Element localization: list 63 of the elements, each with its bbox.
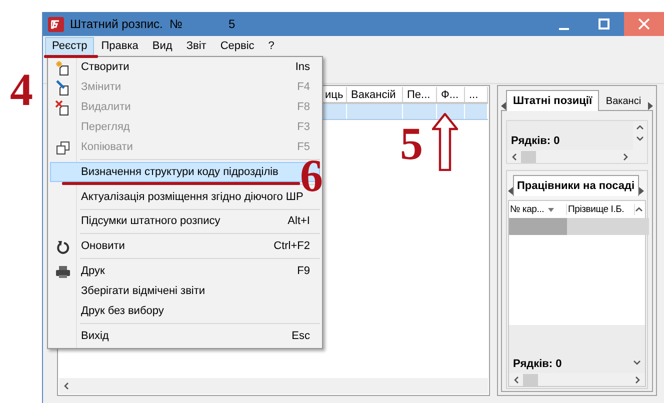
- tab-scroll-right-icon[interactable]: [638, 187, 644, 195]
- menu-item[interactable]: Вихід Esc: [50, 326, 320, 346]
- scroll-left-icon[interactable]: [63, 382, 71, 390]
- shortcut-label: F9: [297, 265, 310, 278]
- sort-arrow-icon: [548, 208, 554, 212]
- scrollbar-thumb[interactable]: [521, 150, 536, 162]
- scroll-down-icon[interactable]: [636, 134, 644, 142]
- menu-item[interactable]: Правка: [94, 36, 146, 56]
- scroll-left-icon[interactable]: [513, 376, 521, 384]
- column-header[interactable]: Прізвище І.Б.: [567, 204, 635, 215]
- column-header[interactable]: № кар...: [509, 204, 567, 215]
- close-icon: [638, 18, 650, 30]
- window-number: 5: [228, 17, 236, 31]
- menu-item[interactable]: Сервіс: [213, 36, 262, 56]
- shortcut-label: Alt+I: [288, 215, 310, 228]
- menu-item[interactable]: Оновити Ctrl+F2: [50, 236, 320, 256]
- menu-item[interactable]: Зберігати відмічені звіти: [50, 281, 320, 302]
- menu-item[interactable]: Друк F9: [50, 261, 320, 282]
- underline-mark: [44, 55, 98, 58]
- scroll-left-icon[interactable]: [511, 152, 519, 160]
- vertical-scrollbar[interactable]: [633, 121, 647, 163]
- menu-item[interactable]: Вид: [145, 36, 180, 56]
- shortcut-label: F3: [297, 120, 310, 133]
- copy-icon: [55, 140, 71, 156]
- shortcut-label: Ins: [295, 60, 310, 73]
- step-number: 4: [10, 70, 33, 110]
- row-count: Рядків: 0: [510, 134, 561, 149]
- shortcut-label: F5: [297, 140, 310, 153]
- scroll-up-icon[interactable]: [636, 124, 644, 132]
- tab-scroll-right-icon[interactable]: [648, 102, 653, 110]
- tab[interactable]: Штатні позиції: [506, 90, 599, 111]
- tab[interactable]: Вакансі: [598, 92, 648, 110]
- refresh-icon: [55, 239, 71, 256]
- shortcut-label: F4: [297, 80, 310, 93]
- row-count: Рядків: 0: [512, 357, 563, 372]
- edit-document-icon: [55, 80, 71, 96]
- tab-scroll-left-icon[interactable]: [508, 187, 513, 195]
- menu-item[interactable]: Підсумки штатного розпису Alt+I: [50, 212, 320, 232]
- window-title: Штатний розпис. №: [70, 17, 182, 31]
- delete-document-icon: [55, 100, 71, 116]
- step-number: 5: [400, 124, 423, 164]
- scroll-up-icon[interactable]: [635, 206, 643, 214]
- menu-item[interactable]: Звіт: [179, 36, 214, 56]
- shortcut-label: Esc: [292, 330, 310, 342]
- up-arrow-drawing: [432, 113, 458, 171]
- new-document-icon: [55, 60, 71, 76]
- tab[interactable]: Працівники на посаді: [513, 175, 638, 196]
- shortcut-label: F8: [297, 100, 310, 113]
- scroll-right-icon[interactable]: [621, 152, 629, 160]
- menu-item[interactable]: Друк без вибору: [50, 301, 320, 322]
- menu-item[interactable]: ?: [261, 36, 282, 56]
- maximize-icon: [598, 18, 610, 30]
- scroll-right-icon[interactable]: [633, 376, 641, 384]
- printer-icon: [55, 264, 71, 280]
- menu-item[interactable]: Реєстр: [45, 36, 94, 56]
- menu-item[interactable]: Створити Ins: [50, 57, 320, 77]
- scroll-down-icon[interactable]: [633, 358, 641, 366]
- app-logo-icon: [48, 16, 64, 32]
- close-button[interactable]: [624, 12, 664, 36]
- tab-scroll-left-icon[interactable]: [501, 102, 506, 110]
- shortcut-label: Ctrl+F2: [274, 240, 310, 252]
- scrollbar-thumb[interactable]: [523, 374, 538, 386]
- minimize-icon: [559, 28, 569, 30]
